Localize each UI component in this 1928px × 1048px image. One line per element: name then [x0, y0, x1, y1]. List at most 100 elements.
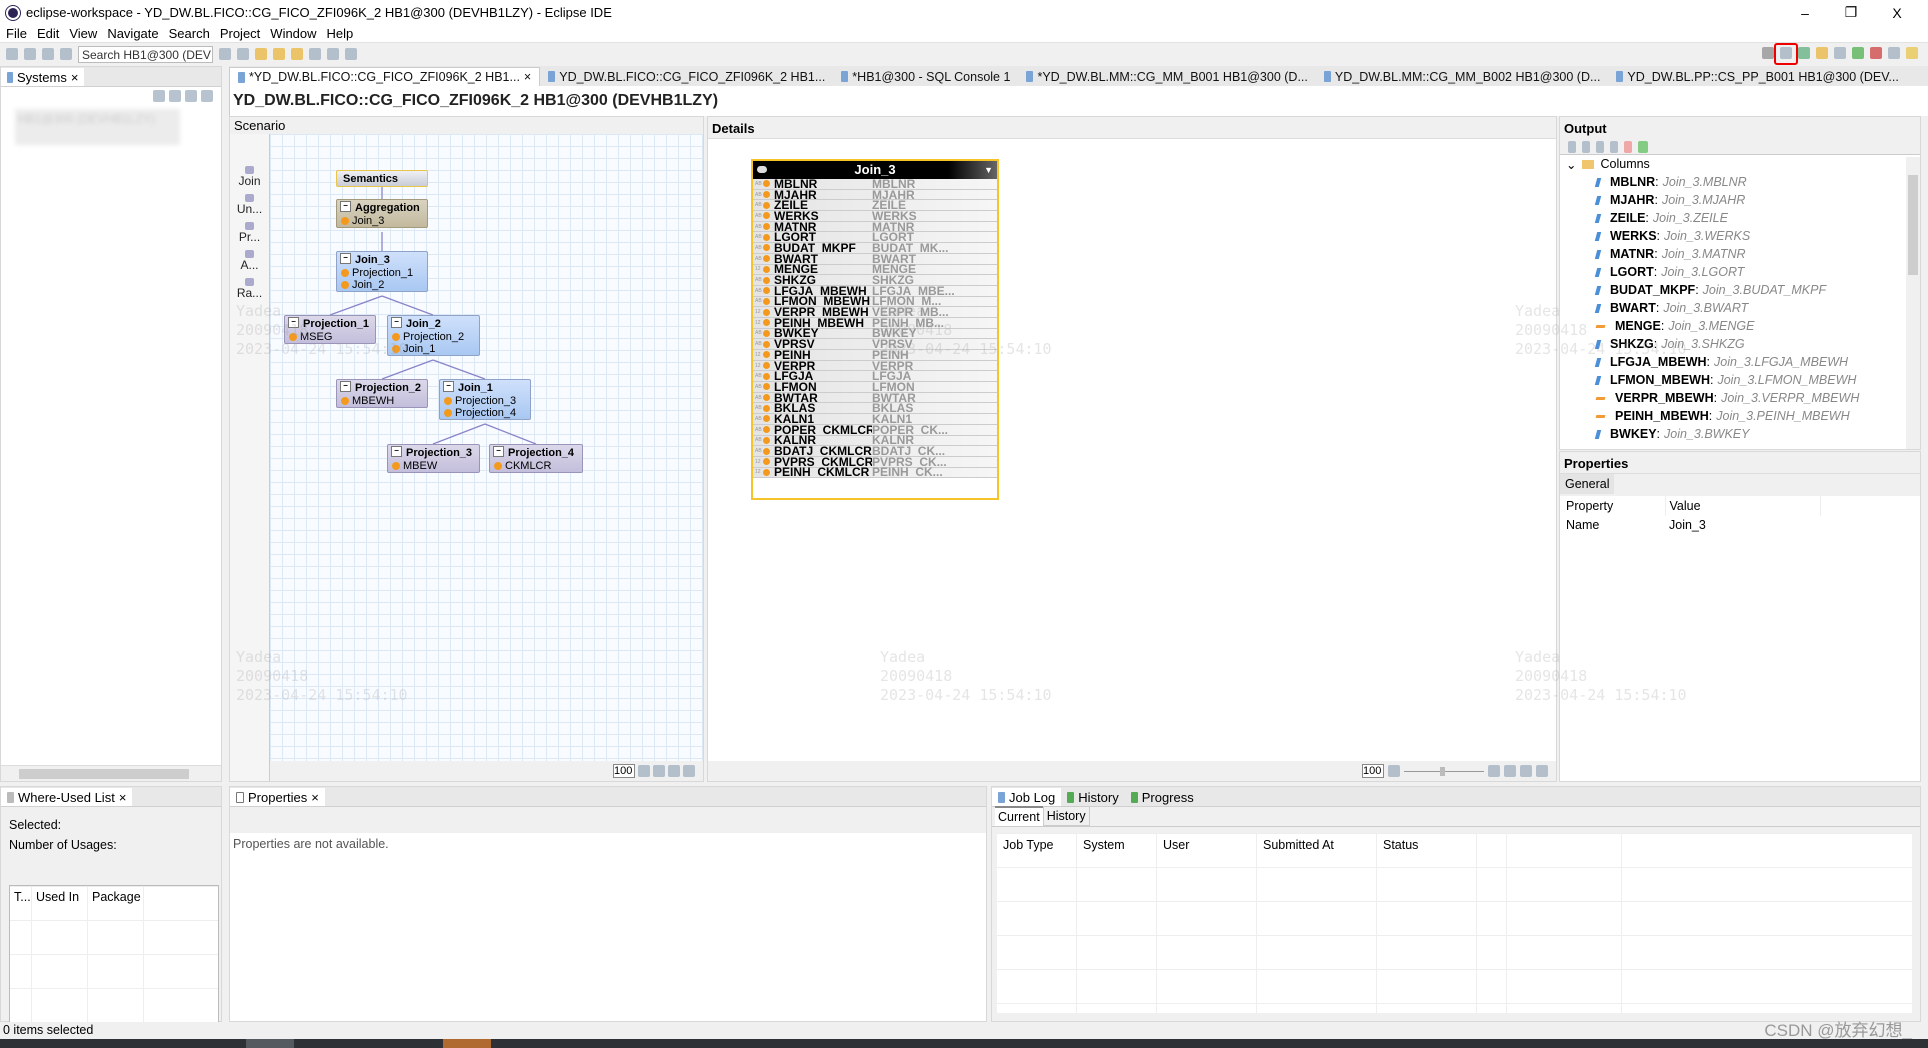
tab-properties[interactable]: Properties ×: [230, 788, 325, 806]
column-row[interactable]: AB LFGJA LFGJA: [753, 371, 997, 383]
menu-window[interactable]: Window: [270, 26, 316, 41]
column-row[interactable]: AB BUDAT_MKPF BUDAT_MK...: [753, 243, 997, 254]
column-row[interactable]: 12 PVPRS_CKMLCR PVPRS_CK...: [753, 457, 997, 468]
column-row[interactable]: AB BKLAS BKLAS: [753, 403, 997, 415]
column-row[interactable]: AB BWKEY BWKEY: [753, 328, 997, 340]
administration-icon[interactable]: [1870, 47, 1882, 59]
move-top-icon[interactable]: [1568, 141, 1576, 153]
sql-perspective-icon[interactable]: [1888, 47, 1900, 59]
refresh-icon[interactable]: [169, 90, 181, 102]
close-button[interactable]: X: [1874, 0, 1920, 25]
node-input[interactable]: Join_1: [388, 343, 479, 355]
auto-layout-icon[interactable]: [1536, 765, 1548, 777]
editor-tab[interactable]: *HB1@300 - SQL Console 1: [833, 67, 1018, 86]
node-input[interactable]: CKMLCR: [490, 460, 582, 472]
tab-progress[interactable]: Progress: [1125, 788, 1200, 806]
node-input[interactable]: Projection_2: [388, 331, 479, 343]
output-column-item[interactable]: SHKZG: Join_3.SHKZG: [1560, 335, 1920, 353]
column-row[interactable]: AB WERKS WERKS: [753, 211, 997, 222]
column-header[interactable]: T...: [10, 886, 32, 1042]
admin-perspective-icon[interactable]: [1852, 47, 1864, 59]
console-icon[interactable]: [60, 48, 72, 60]
column-row[interactable]: AB MATNR MATNR: [753, 222, 997, 233]
development-perspective-icon[interactable]: [1816, 47, 1828, 59]
menu-search[interactable]: Search: [169, 26, 210, 41]
column-row[interactable]: AB KALNR KALNR: [753, 435, 997, 447]
resource-perspective-icon[interactable]: [1906, 47, 1918, 59]
prev-edit-icon[interactable]: [255, 48, 267, 60]
aggregation-node[interactable]: AggregationJoin_3: [336, 199, 428, 228]
next-edit-icon[interactable]: [273, 48, 285, 60]
join3-node[interactable]: Join_3Projection_1Join_2: [336, 251, 428, 292]
zoom-out-icon[interactable]: [638, 765, 650, 777]
column-header[interactable]: System: [1077, 833, 1157, 1013]
column-row[interactable]: 12 PEINH_MBEWH PEINH_MB...: [753, 318, 997, 329]
search-icon[interactable]: [1762, 47, 1774, 59]
column-row[interactable]: 12 VERPR_MBEWH VERPR_MB...: [753, 307, 997, 318]
output-column-item[interactable]: PEINH_MBEWH: Join_3.PEINH_MBEWH: [1560, 407, 1920, 425]
expand-chevron-icon[interactable]: ⌄: [1566, 157, 1576, 172]
node-input[interactable]: Join_3: [337, 215, 427, 227]
output-column-item[interactable]: VERPR_MBEWH: Join_3.VERPR_MBEWH: [1560, 389, 1920, 407]
projection1-node[interactable]: Projection_1MSEG: [284, 315, 376, 344]
node-input[interactable]: MBEWH: [337, 395, 427, 407]
back-icon[interactable]: [291, 48, 303, 60]
fit-icon[interactable]: [1504, 765, 1516, 777]
save-icon[interactable]: [24, 48, 36, 60]
output-column-item[interactable]: MATNR: Join_3.MATNR: [1560, 245, 1920, 263]
column-row[interactable]: AB BWART BWART: [753, 254, 997, 265]
column-row[interactable]: AB LFGJA_MBEWH LFGJA_MBE...: [753, 286, 997, 297]
output-column-item[interactable]: ZEILE: Join_3.ZEILE: [1560, 209, 1920, 227]
menu-help[interactable]: Help: [327, 26, 354, 41]
column-row[interactable]: AB BDATJ_CKMLCR BDATJ_CK...: [753, 446, 997, 457]
search-input[interactable]: Search HB1@300 (DEV: [78, 45, 213, 63]
column-row[interactable]: AB LFMON_MBEWH LFMON_M...: [753, 296, 997, 308]
node-input[interactable]: Join_2: [337, 279, 427, 291]
column-row[interactable]: 12 MENGE MENGE: [753, 264, 997, 276]
debug-perspective-icon[interactable]: [1834, 47, 1846, 59]
modeler-perspective-icon[interactable]: [1798, 47, 1810, 59]
tab-history[interactable]: History: [1061, 788, 1124, 806]
column-header[interactable]: Package: [88, 886, 144, 1042]
save-all-icon[interactable]: [42, 48, 54, 60]
restore-button[interactable]: ❐: [1828, 0, 1874, 25]
search-go-icon[interactable]: [219, 48, 231, 60]
fit-icon[interactable]: [668, 765, 680, 777]
collapse-icon[interactable]: [185, 90, 197, 102]
projection3-node[interactable]: Projection_3MBEW: [387, 444, 480, 473]
column-row[interactable]: AB SHKZG SHKZG: [753, 275, 997, 286]
forward-icon[interactable]: [309, 48, 321, 60]
output-scrollbar[interactable]: [1906, 157, 1920, 449]
column-header[interactable]: Submitted At: [1257, 833, 1377, 1013]
node-input[interactable]: MBEW: [388, 460, 479, 472]
table-row[interactable]: Name Join_3: [1560, 516, 1920, 534]
palette-item[interactable]: Ra...: [230, 278, 269, 300]
close-tab-icon[interactable]: ×: [524, 70, 531, 84]
move-down-icon[interactable]: [1596, 141, 1604, 153]
sync-icon[interactable]: [345, 48, 357, 60]
column-header[interactable]: User: [1157, 833, 1257, 1013]
palette-item[interactable]: A...: [230, 250, 269, 272]
node-input[interactable]: MSEG: [285, 331, 375, 343]
column-header[interactable]: [1477, 833, 1507, 1013]
tab-systems[interactable]: Systems ×: [1, 68, 85, 86]
link-icon[interactable]: [201, 90, 213, 102]
move-bottom-icon[interactable]: [1610, 141, 1618, 153]
palette-item[interactable]: Un...: [230, 194, 269, 216]
edit-icon[interactable]: [1624, 141, 1632, 153]
node-input[interactable]: Projection_4: [440, 407, 530, 419]
zoom-slider[interactable]: [1404, 766, 1484, 776]
output-column-item[interactable]: BWART: Join_3.BWART: [1560, 299, 1920, 317]
column-header[interactable]: Job Type: [997, 833, 1077, 1013]
subtab-history[interactable]: History: [1042, 806, 1090, 826]
add-icon[interactable]: [1638, 141, 1648, 153]
layout-icon[interactable]: [1520, 765, 1532, 777]
pin-icon[interactable]: [327, 48, 339, 60]
zoom-out-icon[interactable]: [1388, 765, 1400, 777]
node-input[interactable]: Projection_1: [337, 267, 427, 279]
column-row[interactable]: AB LGORT LGORT: [753, 232, 997, 244]
column-row[interactable]: AB MJAHR MJAHR: [753, 190, 997, 201]
node-input[interactable]: Projection_3: [440, 395, 530, 407]
column-header[interactable]: Status: [1377, 833, 1477, 1013]
column-row[interactable]: 12 PEINH PEINH: [753, 350, 997, 361]
